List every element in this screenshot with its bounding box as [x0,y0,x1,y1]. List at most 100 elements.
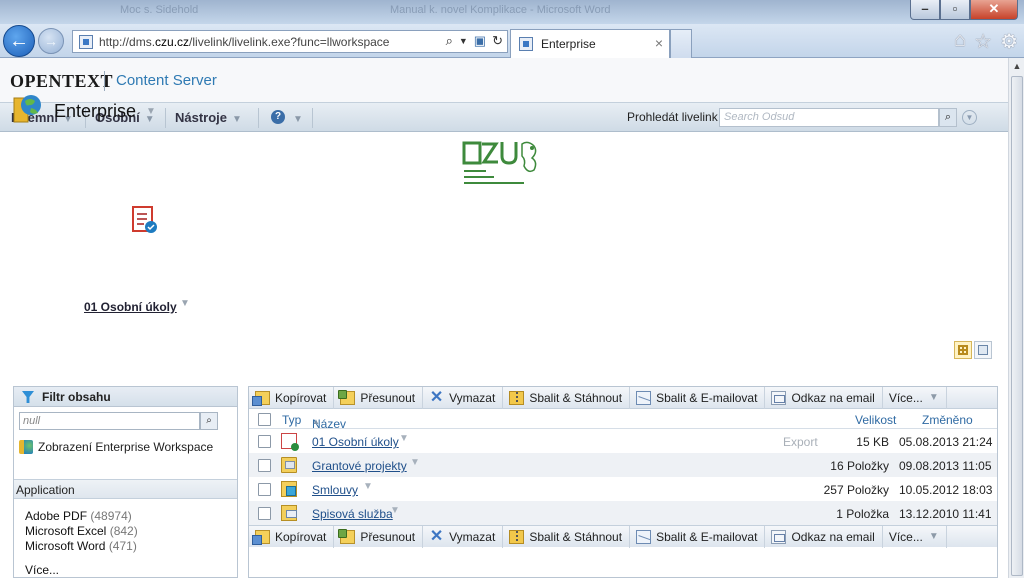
email-link-icon [771,390,787,405]
close-tab-icon[interactable]: × [655,35,663,51]
close-button[interactable]: ✕ [970,0,1018,20]
new-tab-button[interactable] [670,29,692,58]
settings-gear-icon[interactable]: ⚙ [1000,29,1018,54]
delete-x-icon: ✕ [429,388,444,406]
search-label: Prohledát livelink [627,110,718,124]
address-bar[interactable]: http://dms.czu.cz/livelink/livelink.exe?… [72,30,508,53]
logo-divider [104,71,105,91]
page-icon [79,34,93,49]
background-window-title: Manual k. novel Komplikace - Microsoft W… [390,4,611,16]
row-checkbox[interactable] [258,507,271,520]
search-options-icon[interactable]: ▼ [962,110,977,125]
delete-button[interactable]: ✕ Vymazat [423,525,504,548]
zip-download-button[interactable]: Sbalit & Stáhnout [503,386,631,409]
export-link[interactable]: Export [783,435,818,449]
dropdown-icon[interactable]: ▼ [459,33,468,49]
email-link-icon [771,529,787,544]
project-folder-icon [281,457,297,473]
scroll-up-arrow-icon[interactable]: ▲ [1009,58,1024,74]
search-input[interactable]: Search Odsud [719,108,939,127]
featured-item-chevron-down-icon[interactable]: ▼ [180,298,190,309]
item-name-link[interactable]: Spisová služba [312,507,393,521]
table-row: Spisová služba ▼ 1 Položka 13.12.2010 11… [249,501,997,525]
zip-icon [509,529,525,544]
row-checkbox[interactable] [258,459,271,472]
search-button-icon[interactable]: ⌕ [939,108,957,127]
records-folder-icon [281,505,297,521]
action-toolbar-top: Kopírovat Přesunout ✕ Vymazat Sbalit & St… [249,386,997,409]
email-link-button[interactable]: Odkaz na email [765,525,883,548]
minimize-button[interactable]: – [910,0,940,20]
page-icon [519,37,533,51]
facet-more-link[interactable]: Více... [25,563,59,577]
help-icon[interactable]: ? [271,110,285,124]
column-type[interactable]: Typ [282,413,301,427]
item-modified: 05.08.2013 21:24 [899,435,993,449]
item-name-link[interactable]: Smlouvy [312,483,358,497]
scrollbar-thumb[interactable] [1011,76,1023,576]
item-menu-chevron-down-icon[interactable]: ▼ [363,481,373,492]
address-url[interactable]: http://dms.czu.cz/livelink/livelink.exe?… [99,35,389,49]
zip-icon [509,390,525,405]
more-actions-button[interactable]: Více... ▼ [883,386,947,409]
page-scrollbar[interactable]: ▲ [1008,58,1024,578]
help-menu-caret[interactable]: ▼ [288,110,303,125]
browser-navbar: ← → http://dms.czu.cz/livelink/livelink.… [0,24,1024,58]
workspace-icon [19,440,33,454]
search-icon[interactable]: ⌕ [446,33,453,49]
copy-button[interactable]: Kopírovat [249,525,335,548]
item-menu-chevron-down-icon[interactable]: ▼ [410,457,420,468]
browser-tab[interactable]: Enterprise × [510,29,670,58]
column-modified[interactable]: Změněno [922,413,973,427]
item-size: 257 Položky [823,483,889,497]
detail-view-icon [978,345,988,355]
move-button[interactable]: Přesunout [334,525,424,548]
forward-button[interactable]: → [38,28,64,54]
more-actions-button[interactable]: Více... ▼ [883,525,947,548]
facet-item[interactable]: Microsoft Excel (842) [25,524,138,538]
action-toolbar-bottom: Kopírovat Přesunout ✕ Vymazat Sbalit & St… [249,525,997,548]
filter-search-icon[interactable]: ⌕ [200,412,218,430]
featured-item-link[interactable]: 01 Osobní úkoly [84,300,177,314]
filter-input[interactable]: null [19,412,200,430]
workspace-view-link[interactable]: Zobrazení Enterprise Workspace [19,440,213,454]
menu-divider [312,108,313,128]
item-menu-chevron-down-icon[interactable]: ▼ [390,505,400,516]
zip-email-button[interactable]: Sbalit & E-mailovat [630,525,766,548]
czu-university-logo [462,141,537,184]
select-all-checkbox[interactable] [258,413,271,426]
delete-button[interactable]: ✕ Vymazat [423,386,504,409]
back-button[interactable]: ← [3,25,35,57]
chevron-down-icon: ▼ [928,531,939,542]
thumbnail-view-button[interactable] [954,341,972,359]
zip-email-button[interactable]: Sbalit & E-mailovat [630,386,766,409]
item-size: 1 Položka [836,507,889,521]
move-button[interactable]: Přesunout [334,386,424,409]
detail-view-button[interactable] [974,341,992,359]
column-size[interactable]: Velikost [855,413,896,427]
copy-button[interactable]: Kopírovat [249,386,335,409]
item-menu-chevron-down-icon[interactable]: ▼ [399,433,409,444]
contracts-folder-icon [281,481,297,497]
table-row: Grantové projekty ▼ 16 Položky 09.08.201… [249,453,997,477]
facet-item[interactable]: Microsoft Word (471) [25,539,137,553]
refresh-icon[interactable]: ↻ [492,33,503,49]
zip-download-button[interactable]: Sbalit & Stáhnout [503,525,631,548]
maximize-button[interactable]: ▫ [940,0,970,20]
title-menu-chevron-down-icon[interactable]: ▼ [146,106,156,117]
item-modified: 10.05.2012 18:03 [899,483,993,497]
row-checkbox[interactable] [258,435,271,448]
email-link-button[interactable]: Odkaz na email [765,386,883,409]
chevron-down-icon: ▼ [232,114,242,125]
copy-icon [252,390,270,406]
home-icon[interactable]: ⌂ [954,29,966,54]
item-name-link[interactable]: 01 Osobní úkoly [312,435,399,449]
compatibility-icon[interactable]: ▣ [474,33,486,49]
favorites-star-icon[interactable]: ☆ [974,29,992,54]
menu-nastroje[interactable]: Nástroje ▼ [175,110,242,125]
row-checkbox[interactable] [258,483,271,496]
filter-section-header: Application [14,479,237,499]
item-size: 15 KB [856,435,889,449]
facet-item[interactable]: Adobe PDF (48974) [25,509,132,523]
item-name-link[interactable]: Grantové projekty [312,459,407,473]
